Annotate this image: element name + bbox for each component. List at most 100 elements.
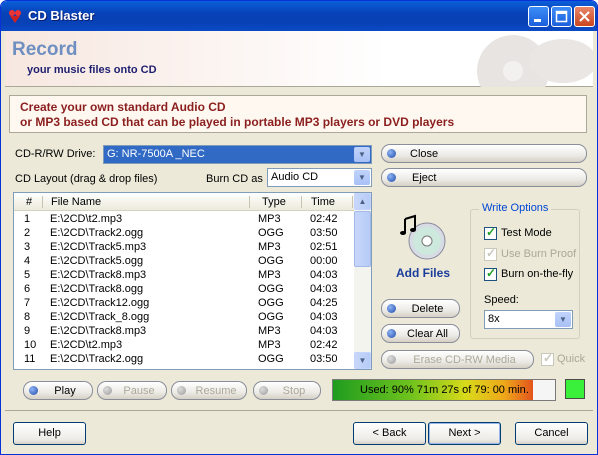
add-files-link[interactable]: Add Files <box>387 266 459 280</box>
header-cd-icon <box>477 35 593 87</box>
stop-label: Stop <box>282 385 306 397</box>
col-type[interactable]: Type <box>262 196 286 208</box>
gray-dot-icon <box>177 386 186 395</box>
help-button[interactable]: Help <box>13 422 86 445</box>
eject-button[interactable]: Eject <box>381 168 587 187</box>
scroll-down-icon[interactable]: ▼ <box>354 352 371 369</box>
row-file-name: E:\2CD\Track5.mp3 <box>50 241 147 253</box>
speed-select[interactable]: 8x ▼ <box>484 310 573 329</box>
minimize-button[interactable] <box>528 6 549 27</box>
row-time: 02:51 <box>310 241 338 253</box>
close-window-button[interactable] <box>574 6 595 27</box>
gray-dot-icon <box>103 386 112 395</box>
table-row[interactable]: 8 E:\2CD\Track_8.ogg OGG 04:03 <box>14 311 354 323</box>
col-file-name[interactable]: File Name <box>51 196 101 208</box>
use-burn-proof-checkbox[interactable] <box>484 246 497 261</box>
col-time[interactable]: Time <box>311 196 335 208</box>
title-bar[interactable]: CD Blaster <box>1 1 597 31</box>
burn-on-the-fly-label: Burn on-the-fly <box>501 268 574 280</box>
row-time: 04:03 <box>310 283 338 295</box>
pause-button[interactable]: Pause <box>97 381 167 400</box>
row-number: 1 <box>24 213 31 225</box>
maximize-icon <box>555 10 568 23</box>
scroll-up-icon[interactable]: ▲ <box>354 193 371 210</box>
drive-select[interactable]: G: NR-7500A _NEC ▼ <box>103 145 372 164</box>
delete-button[interactable]: Delete <box>381 299 460 318</box>
file-list[interactable]: # File Name Type Time 1 E:\2CD\t2.mp3 MP3 0… <box>13 192 372 370</box>
drive-label: CD-R/RW Drive: <box>15 148 96 160</box>
row-file-name: E:\2CD\Track8.mp3 <box>50 325 147 337</box>
table-row[interactable]: 11 E:\2CD\Track2.ogg OGG 03:50 <box>14 353 354 365</box>
clear-all-button[interactable]: Clear All <box>381 324 460 343</box>
quick-checkbox[interactable] <box>541 351 554 366</box>
cancel-button[interactable]: Cancel <box>515 422 588 445</box>
table-row[interactable]: 9 E:\2CD\Track8.mp3 MP3 04:03 <box>14 325 354 337</box>
table-row[interactable]: 5 E:\2CD\Track8.mp3 MP3 04:03 <box>14 269 354 281</box>
maximize-button[interactable] <box>551 6 572 27</box>
table-row[interactable]: 4 E:\2CD\Track5.ogg OGG 00:00 <box>14 255 354 267</box>
vertical-scrollbar[interactable]: ▲ ▼ <box>354 193 371 369</box>
table-row[interactable]: 2 E:\2CD\Track2.ogg OGG 03:50 <box>14 227 354 239</box>
row-time: 04:25 <box>310 297 338 309</box>
chevron-down-icon[interactable]: ▼ <box>555 312 571 327</box>
row-file-name: E:\2CD\Track8.mp3 <box>50 269 147 281</box>
play-button[interactable]: Play <box>23 381 93 400</box>
close-label: Close <box>410 148 439 160</box>
list-header: # File Name Type Time <box>14 193 354 211</box>
row-file-name: E:\2CD\t2.mp3 <box>50 339 123 351</box>
scroll-thumb[interactable] <box>354 211 371 267</box>
gray-dot-icon <box>259 386 268 395</box>
col-number[interactable]: # <box>26 196 32 208</box>
status-indicator <box>565 379 585 399</box>
row-type: MP3 <box>258 241 281 253</box>
delete-label: Delete <box>411 303 444 315</box>
table-row[interactable]: 1 E:\2CD\t2.mp3 MP3 02:42 <box>14 213 354 225</box>
row-time: 03:50 <box>310 353 338 365</box>
row-file-name: E:\2CD\Track12.ogg <box>50 297 150 309</box>
erase-cdrw-button[interactable]: Erase CD-RW Media <box>381 350 534 369</box>
table-row[interactable]: 6 E:\2CD\Track8.ogg OGG 04:03 <box>14 283 354 295</box>
resume-button[interactable]: Resume <box>171 381 247 400</box>
row-number: 10 <box>24 339 37 351</box>
chevron-down-icon[interactable]: ▼ <box>354 170 370 185</box>
test-mode-checkbox[interactable] <box>484 225 497 240</box>
page-subtitle: your music files onto CD <box>27 64 157 76</box>
row-type: MP3 <box>258 269 281 281</box>
row-number: 4 <box>24 255 31 267</box>
row-time: 00:00 <box>310 255 338 267</box>
row-file-name: E:\2CD\Track2.ogg <box>50 353 144 365</box>
drive-value: G: NR-7500A _NEC <box>107 148 205 160</box>
row-file-name: E:\2CD\t2.mp3 <box>50 213 123 225</box>
next-label: Next > <box>448 427 481 439</box>
back-label: < Back <box>372 427 407 439</box>
row-number: 11 <box>24 353 36 365</box>
banner-line-2: or MP3 based CD that can be played in po… <box>20 115 455 129</box>
close-icon <box>579 11 590 22</box>
blue-dot-icon <box>29 386 38 395</box>
app-icon <box>9 10 21 23</box>
cd-music-icon[interactable] <box>399 213 447 261</box>
erase-cdrw-label: Erase CD-RW Media <box>413 354 516 366</box>
table-row[interactable]: 10 E:\2CD\t2.mp3 MP3 02:42 <box>14 339 354 351</box>
row-number: 8 <box>24 311 31 323</box>
help-label: Help <box>38 427 61 439</box>
quick-label: Quick <box>557 353 586 365</box>
table-row[interactable]: 7 E:\2CD\Track12.ogg OGG 04:25 <box>14 297 354 309</box>
burn-on-the-fly-checkbox[interactable] <box>484 266 497 281</box>
stop-button[interactable]: Stop <box>253 381 321 400</box>
burn-as-label: Burn CD as <box>206 173 263 185</box>
close-button[interactable]: Close <box>381 144 587 163</box>
chevron-down-icon[interactable]: ▼ <box>354 147 370 162</box>
next-button[interactable]: Next > <box>428 422 501 445</box>
row-number: 5 <box>24 269 31 281</box>
back-button[interactable]: < Back <box>353 422 426 445</box>
page-header: Record your music files onto CD <box>5 31 593 87</box>
row-type: MP3 <box>258 213 281 225</box>
table-row[interactable]: 3 E:\2CD\Track5.mp3 MP3 02:51 <box>14 241 354 253</box>
row-time: 04:03 <box>310 325 338 337</box>
burn-as-select[interactable]: Audio CD ▼ <box>267 168 372 187</box>
row-time: 04:03 <box>310 311 338 323</box>
main-window: CD Blaster Record your music files onto … <box>0 0 598 455</box>
eject-label: Eject <box>412 172 437 184</box>
row-time: 02:42 <box>310 213 338 225</box>
